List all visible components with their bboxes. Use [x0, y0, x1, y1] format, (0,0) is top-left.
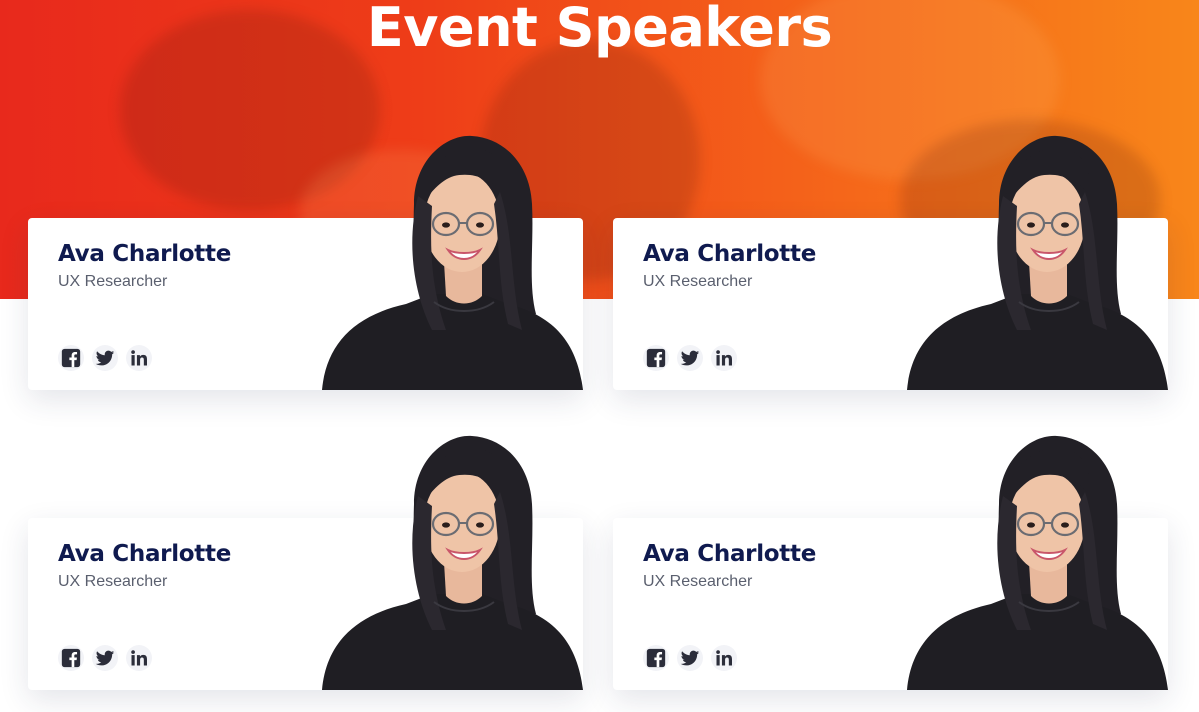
speaker-name[interactable]: Ava Charlotte — [58, 240, 231, 268]
linkedin-icon[interactable] — [126, 645, 152, 671]
facebook-icon[interactable] — [58, 345, 84, 371]
speaker-name[interactable]: Ava Charlotte — [643, 540, 816, 568]
speaker-photo — [322, 434, 583, 690]
speaker-photo — [322, 134, 583, 390]
facebook-icon[interactable] — [58, 645, 84, 671]
speaker-role: UX Researcher — [58, 273, 168, 290]
speaker-photo — [907, 434, 1168, 690]
twitter-icon[interactable] — [677, 645, 703, 671]
speaker-name[interactable]: Ava Charlotte — [58, 540, 231, 568]
speaker-photo — [907, 134, 1168, 390]
twitter-icon[interactable] — [92, 345, 118, 371]
speaker-role: UX Researcher — [643, 273, 753, 290]
speaker-role: UX Researcher — [58, 573, 168, 590]
facebook-icon[interactable] — [643, 345, 669, 371]
twitter-icon[interactable] — [677, 345, 703, 371]
speakers-page: Event Speakers Ava Charlotte UX Research… — [0, 0, 1199, 712]
linkedin-icon[interactable] — [711, 345, 737, 371]
social-links — [643, 645, 737, 671]
facebook-icon[interactable] — [643, 645, 669, 671]
linkedin-icon[interactable] — [126, 345, 152, 371]
social-links — [58, 345, 152, 371]
speaker-role: UX Researcher — [643, 573, 753, 590]
twitter-icon[interactable] — [92, 645, 118, 671]
linkedin-icon[interactable] — [711, 645, 737, 671]
speaker-card: Ava Charlotte UX Researcher — [28, 134, 583, 434]
section-title: Event Speakers — [366, 0, 833, 59]
social-links — [643, 345, 737, 371]
speaker-card: Ava Charlotte UX Researcher — [28, 434, 583, 712]
social-links — [58, 645, 152, 671]
speaker-card: Ava Charlotte UX Researcher — [613, 434, 1168, 712]
speaker-card: Ava Charlotte UX Researcher — [613, 134, 1168, 434]
speaker-name[interactable]: Ava Charlotte — [643, 240, 816, 268]
